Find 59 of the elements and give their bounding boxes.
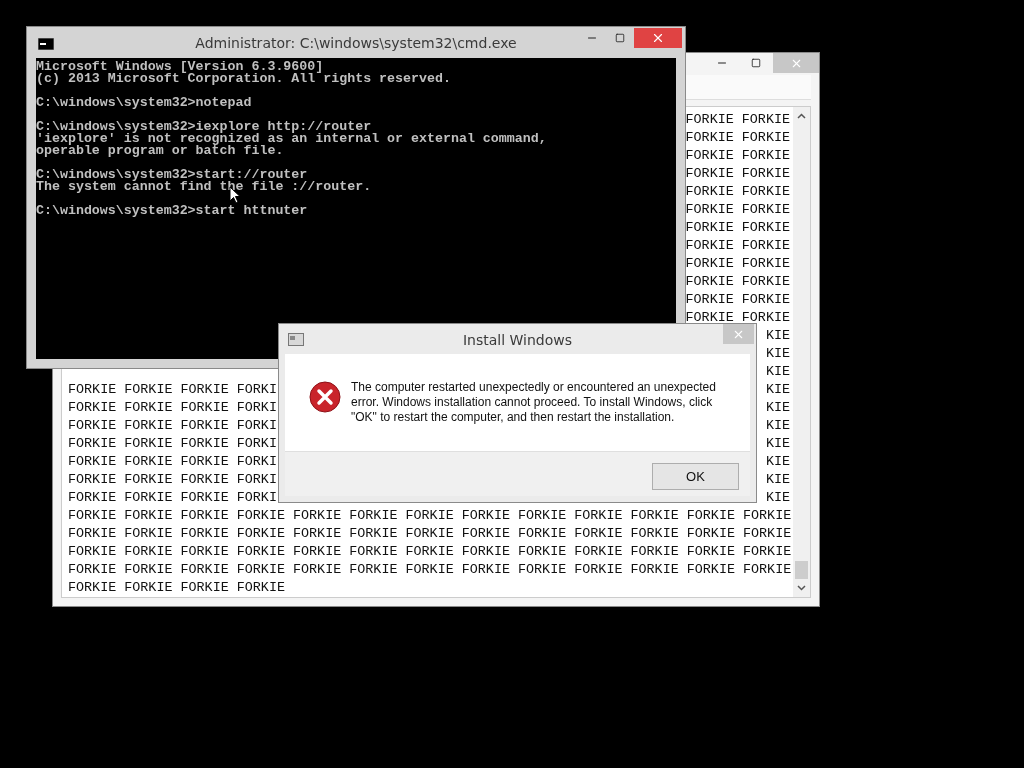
text-line: FORKIE FORKIE FORKIE FORKI bbox=[68, 435, 277, 453]
text-line: FORKIE FORKIE FORKIE FORKI bbox=[68, 489, 277, 507]
window-icon bbox=[288, 333, 304, 346]
maximize-icon bbox=[751, 58, 761, 68]
error-message: The computer restarted unexpectedly or encountered an unexpected error. Windows installation cannot proceed. To install Windows, click "OK" to restart the computer, and then restart the installation. bbox=[351, 380, 717, 425]
console-line: C:\windows\system32>iexplore http://router bbox=[36, 121, 372, 133]
scroll-thumb[interactable] bbox=[795, 561, 808, 579]
text-line: FORKIE FORKIE FORKIE FORKIE FORKIE FORKIE FORKIE FORKIE FORKIE FORKIE FORKIE FORKIE FORKIE bbox=[68, 507, 792, 525]
text-line: KIE bbox=[765, 399, 790, 417]
ok-button[interactable]: OK bbox=[652, 463, 739, 490]
text-line: FORKIE FORKIE FORKIE FORKIE FORKIE FORKIE FORKIE FORKIE FORKIE FORKIE FORKIE FORKIE FORKIE bbox=[68, 525, 792, 543]
text-line: FORKIE FORKIE bbox=[685, 237, 790, 255]
text-line: KIE bbox=[765, 417, 790, 435]
text-line: FORKIE FORKIE bbox=[685, 309, 790, 327]
error-icon bbox=[309, 381, 341, 413]
console-line: (c) 2013 Microsoft Corporation. All rights reserved. bbox=[36, 73, 452, 85]
text-line: FORKIE FORKIE FORKIE FORKI bbox=[68, 417, 277, 435]
text-line: FORKIE FORKIE bbox=[685, 129, 790, 147]
close-icon bbox=[651, 31, 665, 45]
scroll-up-icon[interactable] bbox=[797, 113, 806, 119]
text-line: FORKIE FORKIE FORKIE FORKI bbox=[68, 471, 277, 489]
text-line: KIE bbox=[765, 471, 790, 489]
console-line: C:\windows\system32>start://router bbox=[36, 169, 308, 181]
text-line: KIE bbox=[765, 435, 790, 453]
console-line: operable program or batch file. bbox=[36, 145, 285, 157]
console-line: The system cannot find the file ://router. bbox=[36, 181, 373, 193]
text-line: KIE bbox=[765, 363, 790, 381]
text-line: KIE bbox=[765, 453, 790, 471]
console-line: 'iexplore' is not recognized as an internal or external command, bbox=[36, 133, 548, 145]
text-line: KIE bbox=[765, 489, 790, 507]
window-title: Administrator: C:\windows\system32\cmd.exe bbox=[195, 35, 517, 51]
console-line: C:\windows\system32>start httnuter bbox=[36, 205, 309, 217]
text-line: FORKIE FORKIE FORKIE FORKIE FORKIE FORKIE FORKIE FORKIE FORKIE FORKIE FORKIE FORKIE FORKIE bbox=[68, 543, 792, 561]
console-line: Microsoft Windows [Version 6.3.9600] bbox=[36, 61, 324, 73]
text-line: FORKIE FORKIE FORKIE FORKI bbox=[68, 399, 277, 417]
text-line: FORKIE FORKIE FORKIE FORKI bbox=[68, 453, 277, 471]
text-line: FORKIE FORKIE bbox=[685, 255, 790, 273]
close-button[interactable] bbox=[634, 28, 682, 48]
scrollbar[interactable] bbox=[793, 107, 810, 597]
text-line: FORKIE FORKIE bbox=[685, 147, 790, 165]
console-line: C:\windows\system32>notepad bbox=[36, 97, 253, 109]
text-line: FORKIE FORKIE bbox=[685, 111, 790, 129]
close-button[interactable] bbox=[723, 324, 754, 344]
dialog-title: Install Windows bbox=[462, 332, 573, 348]
text-line: FORKIE FORKIE bbox=[685, 291, 790, 309]
text-line: FORKIE FORKIE bbox=[685, 165, 790, 183]
text-line: FORKIE FORKIE FORKIE FORKIE bbox=[68, 579, 285, 597]
scroll-down-icon[interactable] bbox=[797, 585, 806, 591]
text-line: KIE bbox=[765, 381, 790, 399]
text-line: FORKIE FORKIE bbox=[685, 273, 790, 291]
text-line: KIE bbox=[765, 327, 790, 345]
console-icon bbox=[38, 38, 54, 50]
text-line: FORKIE FORKIE FORKIE FORKI bbox=[68, 381, 277, 399]
maximize-icon bbox=[615, 33, 625, 43]
text-line: FORKIE FORKIE bbox=[685, 201, 790, 219]
text-line: FORKIE FORKIE bbox=[685, 183, 790, 201]
text-line: KIE bbox=[765, 345, 790, 363]
text-line: FORKIE FORKIE FORKIE FORKIE FORKIE FORKIE FORKIE FORKIE FORKIE FORKIE FORKIE FORKIE FORKIE bbox=[68, 561, 792, 579]
text-line: FORKIE FORKIE bbox=[685, 219, 790, 237]
